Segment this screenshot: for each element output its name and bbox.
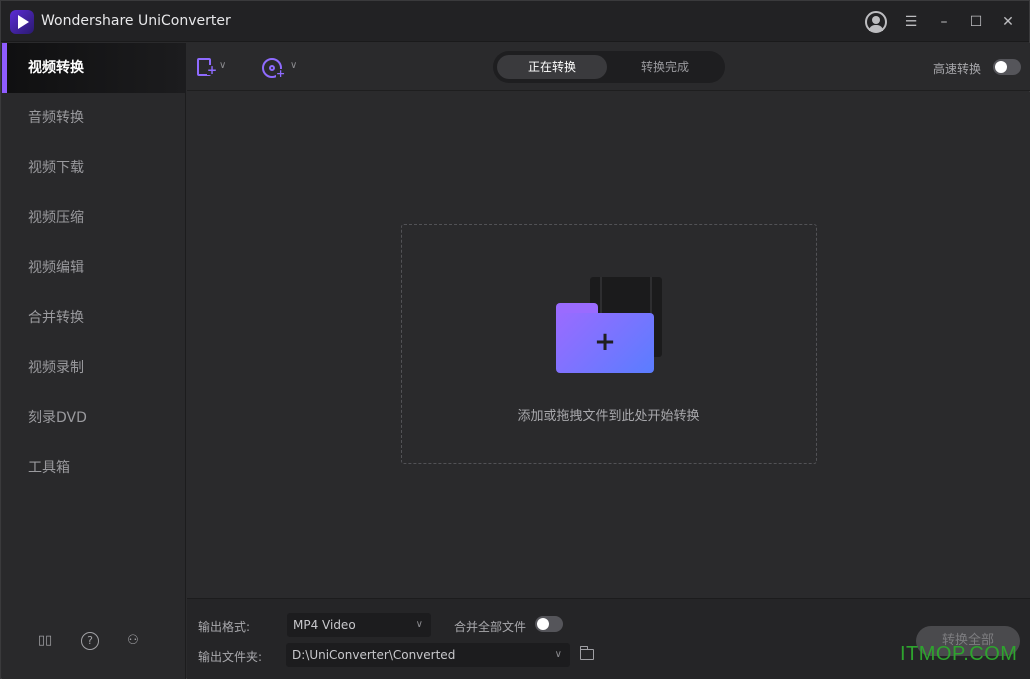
chevron-down-icon: ∨ xyxy=(219,60,227,71)
app-title: Wondershare UniConverter xyxy=(41,13,231,29)
bottom-bar: 输出格式: MP4 Video ∨ 合并全部文件 输出文件夹: D:\UniCo… xyxy=(187,598,1030,679)
chevron-down-icon: ∨ xyxy=(554,649,562,660)
users-icon[interactable]: ⚇ xyxy=(124,632,142,650)
open-folder-icon[interactable] xyxy=(580,646,594,660)
book-icon[interactable]: ▯▯ xyxy=(36,632,54,650)
add-folder-icon[interactable]: + xyxy=(556,313,654,373)
chevron-down-icon: ∨ xyxy=(290,60,298,71)
account-icon[interactable] xyxy=(865,11,887,33)
high-speed-label: 高速转换 xyxy=(933,62,982,76)
chevron-down-icon: ∨ xyxy=(415,619,423,630)
maximize-icon[interactable]: ☐ xyxy=(965,11,987,33)
merge-all-toggle[interactable] xyxy=(535,616,563,632)
high-speed-toggle[interactable] xyxy=(993,59,1021,75)
tab-converting[interactable]: 正在转换 xyxy=(497,55,607,79)
help-icon[interactable]: ? xyxy=(81,632,99,650)
output-format-select[interactable]: MP4 Video ∨ xyxy=(287,613,431,637)
app-logo-icon xyxy=(10,10,34,34)
minimize-icon[interactable]: – xyxy=(933,11,955,33)
watermark: ITMOP.COM xyxy=(900,643,1018,665)
sidebar-item-video-edit[interactable]: 视频编辑 xyxy=(2,243,186,293)
plus-icon: + xyxy=(594,327,616,357)
output-folder-value: D:\UniConverter\Converted xyxy=(292,648,456,662)
output-folder-select[interactable]: D:\UniConverter\Converted ∨ xyxy=(286,643,570,667)
main-area: + 添加或拖拽文件到此处开始转换 xyxy=(187,92,1030,598)
sidebar-item-video-compress[interactable]: 视频压缩 xyxy=(2,193,186,243)
output-folder-label: 输出文件夹: xyxy=(198,650,263,664)
output-format-value: MP4 Video xyxy=(293,618,356,632)
title-bar: Wondershare UniConverter ☰ – ☐ ✕ xyxy=(1,1,1029,42)
output-format-label: 输出格式: xyxy=(198,620,251,634)
sidebar-item-merge[interactable]: 合并转换 xyxy=(2,293,186,343)
conversion-tabs: 正在转换 转换完成 xyxy=(493,51,725,83)
sidebar-item-burn-dvd[interactable]: 刻录DVD xyxy=(2,393,186,443)
sidebar-item-audio-convert[interactable]: 音频转换 xyxy=(2,93,186,143)
load-dvd-button[interactable]: ∨ xyxy=(262,56,302,80)
sidebar-item-screen-record[interactable]: 视频录制 xyxy=(2,343,186,393)
drop-hint: 添加或拖拽文件到此处开始转换 xyxy=(517,409,700,424)
file-drop-zone[interactable]: + 添加或拖拽文件到此处开始转换 xyxy=(401,224,817,464)
add-file-icon xyxy=(197,58,218,76)
add-disc-icon xyxy=(262,58,286,78)
sidebar: 视频转换 音频转换 视频下载 视频压缩 视频编辑 合并转换 视频录制 刻录DVD… xyxy=(2,43,186,679)
close-icon[interactable]: ✕ xyxy=(997,11,1019,33)
sidebar-item-video-download[interactable]: 视频下载 xyxy=(2,143,186,193)
menu-icon[interactable]: ☰ xyxy=(900,11,922,33)
app-window: Wondershare UniConverter ☰ – ☐ ✕ 视频转换 音频… xyxy=(0,0,1030,679)
merge-all-label: 合并全部文件 xyxy=(454,620,527,634)
sidebar-item-video-convert[interactable]: 视频转换 xyxy=(2,43,186,93)
tab-finished[interactable]: 转换完成 xyxy=(609,55,721,79)
toolbar: ∨ ∨ 正在转换 转换完成 高速转换 xyxy=(187,43,1030,91)
add-file-button[interactable]: ∨ xyxy=(197,56,233,80)
sidebar-item-toolbox[interactable]: 工具箱 xyxy=(2,443,186,493)
